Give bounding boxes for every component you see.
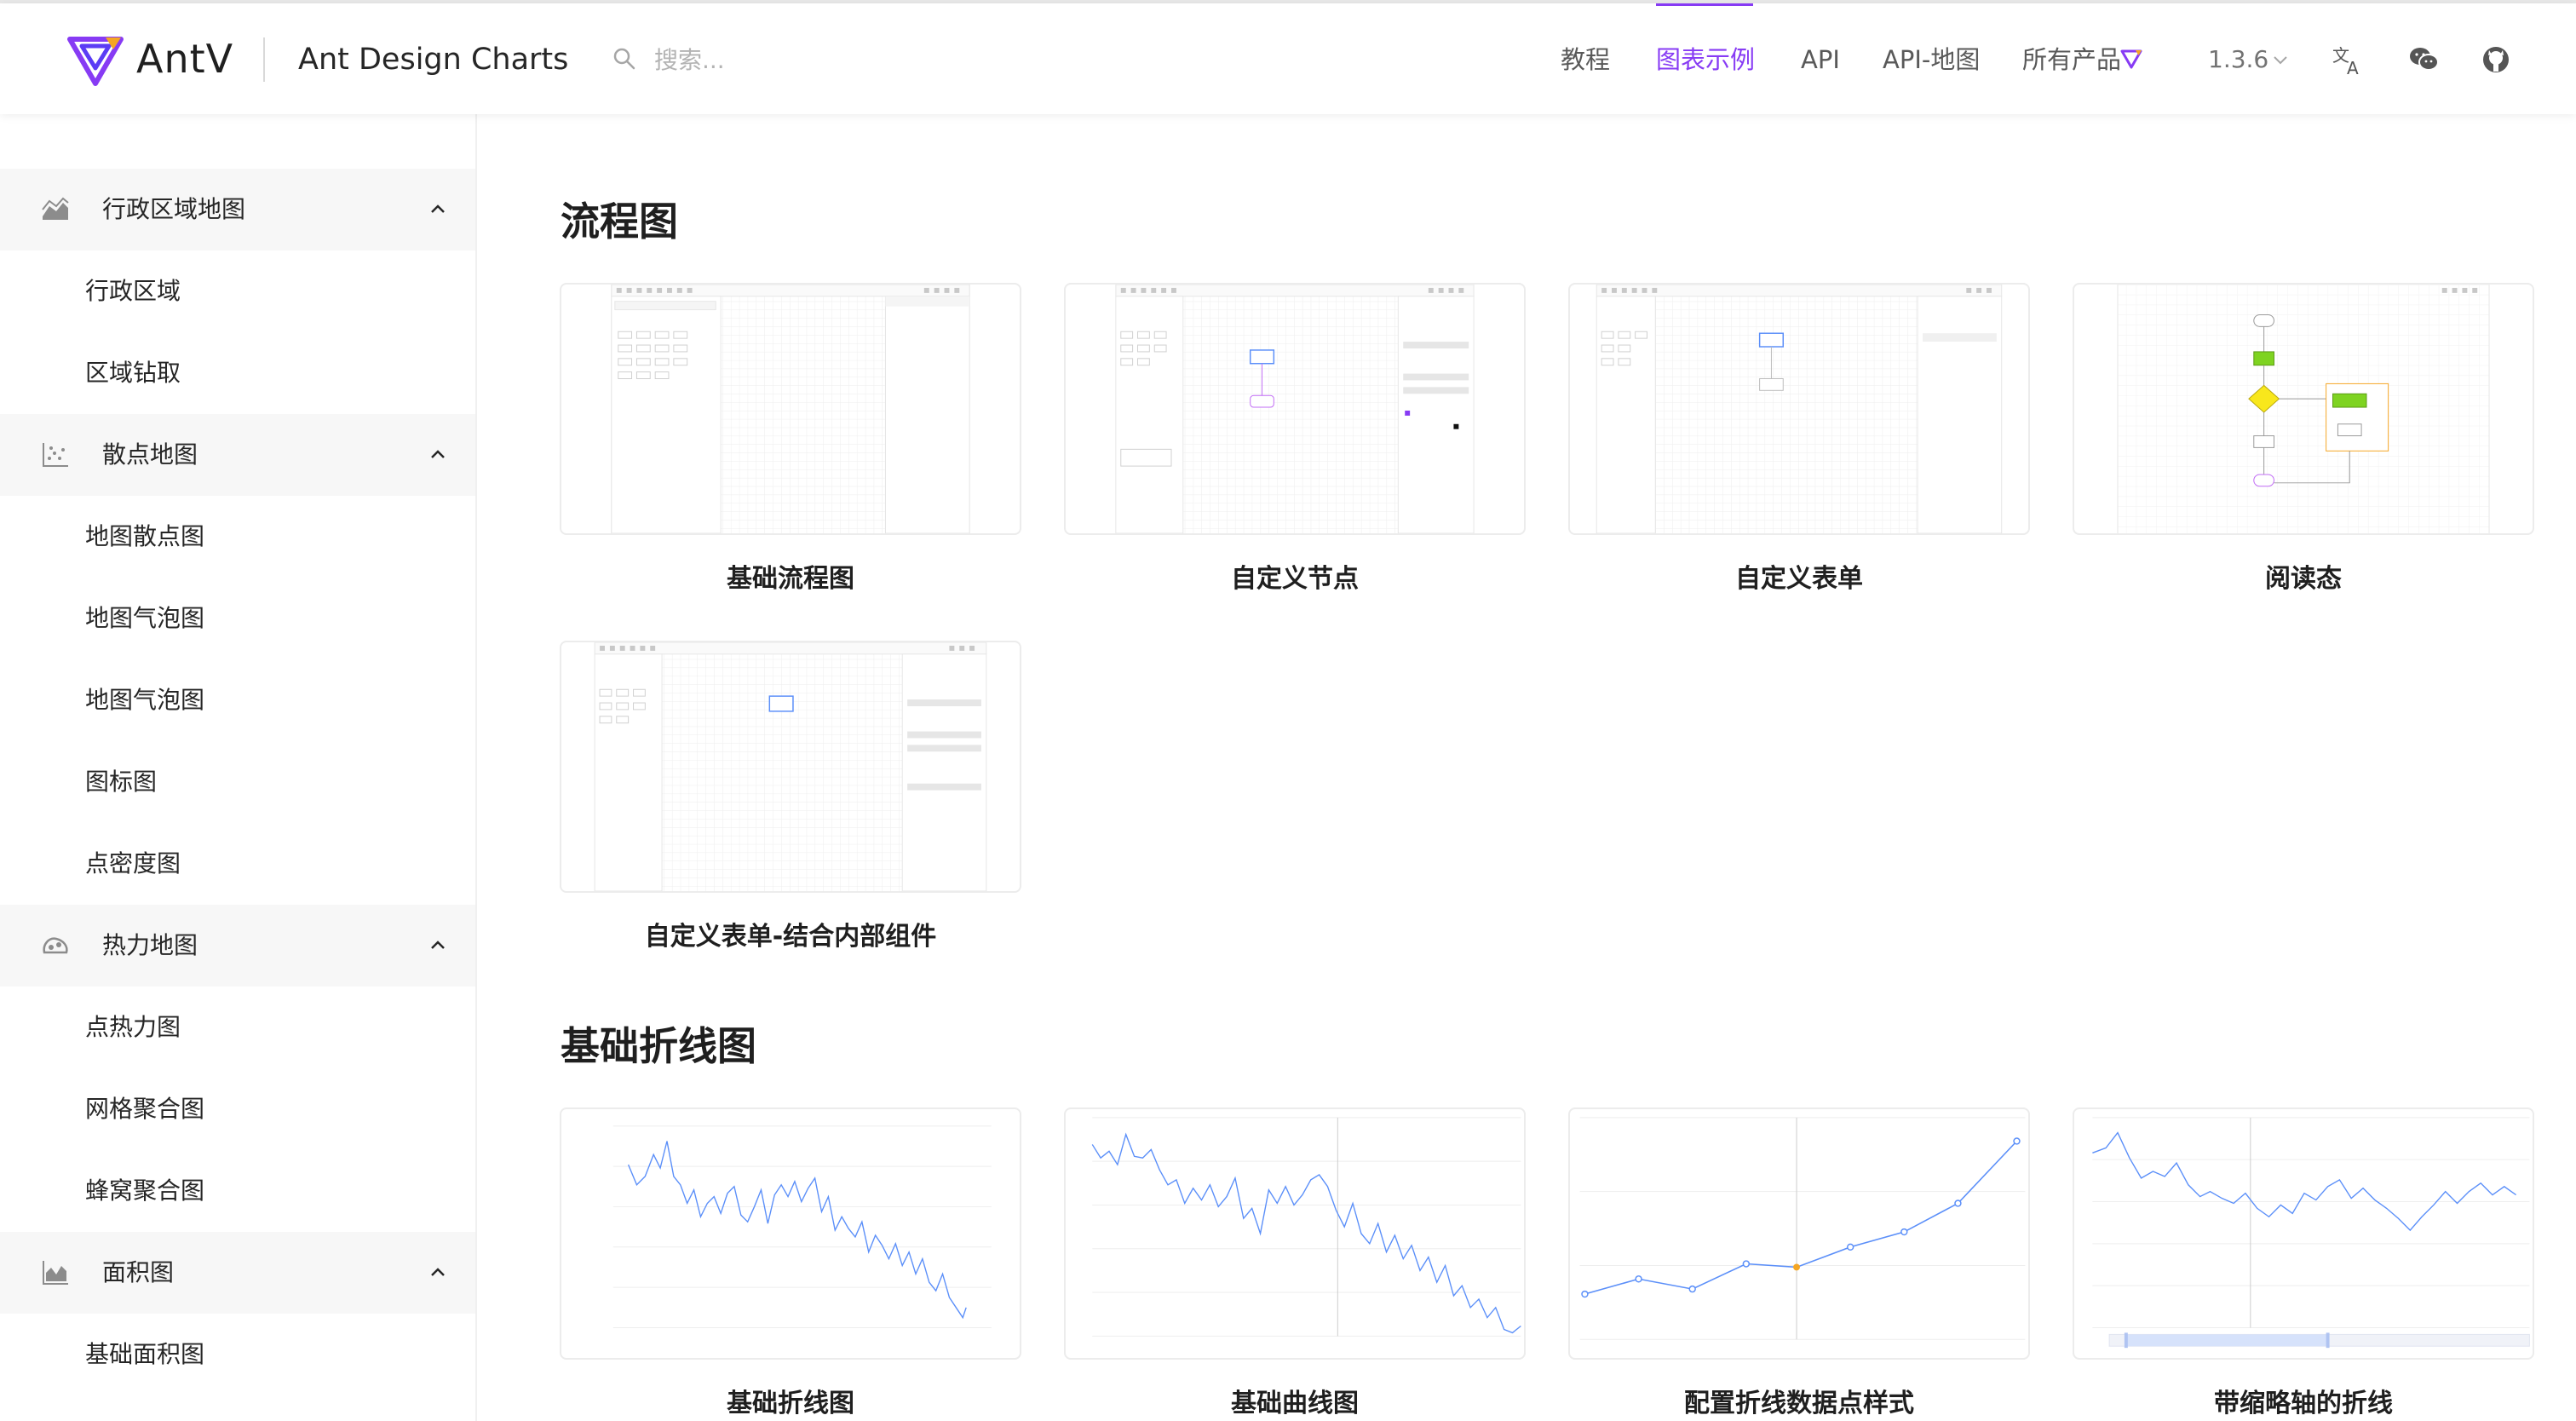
example-thumbnail[interactable] bbox=[1568, 283, 2030, 535]
version-select[interactable]: 1.3.6 bbox=[2208, 37, 2268, 82]
example-thumbnail[interactable] bbox=[2073, 1107, 2534, 1360]
sidebar-item-map-bubble-2[interactable]: 地图气泡图 bbox=[85, 680, 204, 721]
sidebar-group-area-chart[interactable]: 面积图 bbox=[0, 1232, 475, 1314]
nav-api[interactable]: API bbox=[1801, 37, 1840, 82]
custom-node-preview bbox=[1115, 285, 1475, 533]
example-thumbnail[interactable] bbox=[1568, 1107, 2030, 1360]
section-title-flowchart: 流程图 bbox=[561, 198, 678, 245]
example-thumbnail[interactable] bbox=[1064, 283, 1526, 535]
heat-map-icon bbox=[43, 937, 68, 954]
sidebar-item-icon-map[interactable]: 图标图 bbox=[85, 762, 157, 803]
read-only-flow-preview bbox=[2117, 285, 2490, 533]
sidebar-group-title: 散点地图 bbox=[102, 440, 198, 469]
example-title[interactable]: 带缩略轴的折线 bbox=[2073, 1385, 2534, 1421]
styled-points-line-preview bbox=[1579, 1117, 2026, 1340]
sidebar-item-grid-agg[interactable]: 网格聚合图 bbox=[85, 1089, 204, 1130]
sidebar-item-hexbin[interactable]: 蜂窝聚合图 bbox=[85, 1171, 204, 1211]
example-thumbnail[interactable] bbox=[560, 283, 1021, 535]
sidebar-group-title: 行政区域地图 bbox=[102, 195, 246, 223]
example-title[interactable]: 基础流程图 bbox=[560, 561, 1021, 598]
page-root: AntV Ant Design Charts 教程 图表示例 API API-地… bbox=[0, 0, 2576, 1421]
nav-examples[interactable]: 图表示例 bbox=[1656, 37, 1755, 82]
nav-api-map[interactable]: API-地图 bbox=[1883, 37, 1980, 82]
product-name[interactable]: Ant Design Charts bbox=[298, 37, 568, 82]
sidebar-item-area-drill[interactable]: 区域钻取 bbox=[85, 353, 181, 394]
example-title[interactable]: 基础曲线图 bbox=[1064, 1385, 1526, 1421]
example-title[interactable]: 基础折线图 bbox=[560, 1385, 1021, 1421]
slider-line-preview bbox=[2092, 1117, 2530, 1349]
nav-tutorial[interactable]: 教程 bbox=[1561, 37, 1610, 82]
translate-icon[interactable]: 文 A bbox=[2331, 43, 2365, 77]
example-title[interactable]: 阅读态 bbox=[2073, 561, 2534, 598]
smooth-line-preview bbox=[1091, 1117, 1521, 1337]
github-icon[interactable] bbox=[2479, 43, 2513, 77]
example-title[interactable]: 自定义表单-结合内部组件 bbox=[560, 918, 1021, 956]
scatter-map-icon bbox=[43, 443, 68, 467]
example-thumbnail[interactable] bbox=[560, 641, 1021, 893]
sidebar-item-map-bubble[interactable]: 地图气泡图 bbox=[85, 598, 204, 639]
svg-text:A: A bbox=[2347, 58, 2359, 77]
header-divider bbox=[263, 37, 265, 82]
search-box[interactable] bbox=[610, 36, 968, 83]
sidebar-group-title: 面积图 bbox=[102, 1258, 175, 1286]
sidebar-item-admin-area[interactable]: 行政区域 bbox=[85, 271, 181, 312]
antv-mini-logo-icon bbox=[2120, 49, 2142, 69]
brand-name[interactable]: AntV bbox=[136, 32, 233, 85]
sidebar-group-admin-area-map[interactable]: 行政区域地图 bbox=[0, 169, 475, 250]
wechat-icon[interactable] bbox=[2407, 43, 2441, 77]
section-title-line-chart: 基础折线图 bbox=[561, 1023, 756, 1069]
example-thumbnail[interactable] bbox=[2073, 283, 2534, 535]
example-thumbnail[interactable] bbox=[560, 1107, 1021, 1360]
example-thumbnail[interactable] bbox=[1064, 1107, 1526, 1360]
search-input[interactable] bbox=[654, 39, 961, 80]
example-title[interactable]: 自定义节点 bbox=[1064, 561, 1526, 598]
sidebar-item-basic-area[interactable]: 基础面积图 bbox=[85, 1334, 204, 1375]
top-header: AntV Ant Design Charts 教程 图表示例 API API-地… bbox=[0, 3, 2576, 114]
chevron-up-icon bbox=[431, 941, 445, 949]
sidebar-item-map-scatter[interactable]: 地图散点图 bbox=[85, 516, 204, 557]
area-map-icon bbox=[42, 197, 69, 220]
chevron-down-icon[interactable] bbox=[2272, 55, 2289, 66]
sidebar-group-title: 热力地图 bbox=[102, 931, 198, 959]
chevron-up-icon bbox=[431, 1268, 445, 1276]
flowchart-editor-preview bbox=[611, 285, 970, 533]
custom-form-inner-preview bbox=[594, 642, 987, 891]
search-icon bbox=[613, 48, 635, 70]
sidebar-group-heat-map[interactable]: 热力地图 bbox=[0, 905, 475, 987]
antv-logo-icon[interactable] bbox=[66, 34, 124, 89]
sidebar-group-scatter-map[interactable]: 散点地图 bbox=[0, 414, 475, 496]
area-chart-icon bbox=[43, 1261, 68, 1285]
sidebar: 行政区域地图 行政区域 区域钻取 散点地图 地图散点图 地图气泡图 地图气泡图 … bbox=[0, 114, 477, 1421]
basic-line-preview bbox=[612, 1125, 992, 1328]
sidebar-item-point-heat[interactable]: 点热力图 bbox=[85, 1007, 181, 1048]
chevron-up-icon bbox=[431, 204, 445, 213]
sidebar-item-dot-density[interactable]: 点密度图 bbox=[85, 843, 181, 884]
nav-all-products[interactable]: 所有产品 bbox=[2022, 37, 2121, 82]
example-title[interactable]: 自定义表单 bbox=[1568, 561, 2030, 598]
example-title[interactable]: 配置折线数据点样式 bbox=[1568, 1385, 2030, 1421]
nav-active-indicator bbox=[1656, 3, 1753, 6]
chevron-up-icon bbox=[431, 450, 445, 458]
custom-form-preview bbox=[1596, 285, 2003, 533]
